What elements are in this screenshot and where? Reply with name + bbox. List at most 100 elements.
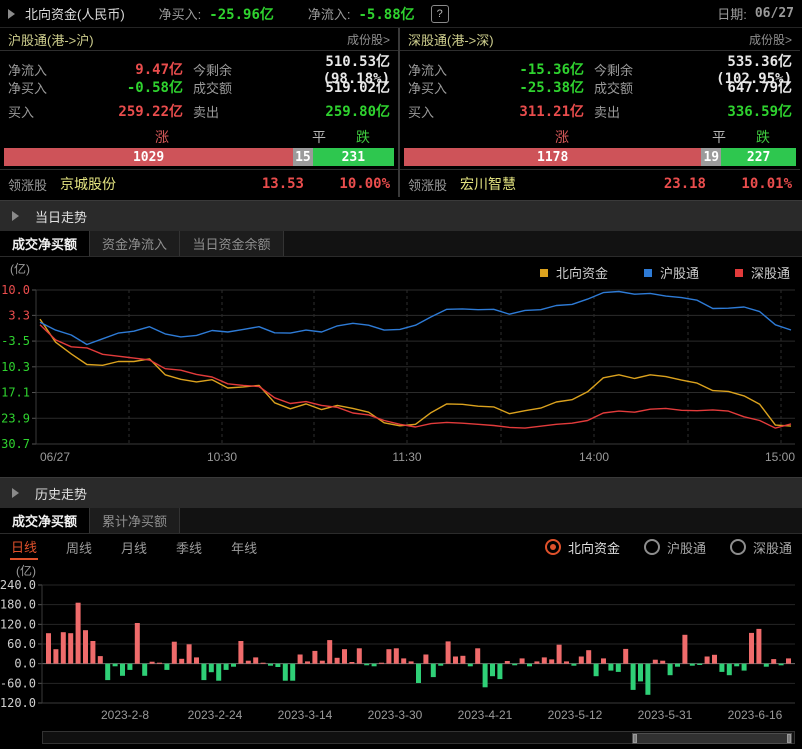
row-label: 卖出 [594,102,670,121]
svg-text:-10.3: -10.3 [0,360,30,374]
tab-fund-net-inflow[interactable]: 资金净流入 [90,231,180,256]
date-value: 06/27 [755,6,794,21]
leading-stock-label: 领涨股 [408,175,460,194]
row-value: 336.59亿 [670,101,792,121]
period-tab-yearly[interactable]: 年线 [230,536,258,559]
period-tab-daily[interactable]: 日线 [10,535,38,560]
tab-deal-net-buy[interactable]: 成交净买额 [0,231,90,256]
leading-stock-name[interactable]: 京城股份 [60,174,214,194]
history-bar [608,664,613,671]
data-row: 净买入 -25.38亿 成交额 647.79亿 [400,75,800,99]
flat-label: 平 [712,127,726,147]
radio-northbound[interactable]: 北向资金 [545,538,620,557]
horizontal-scrollbar[interactable] [42,731,795,744]
history-bar [401,658,406,663]
legend-swatch-blue [644,269,652,277]
panel-shengutong: 深股通(港->深) 成份股> 净流入 -15.36亿 今剩余 535.36亿(1… [400,28,800,197]
history-bar [150,662,155,664]
radio-shengutong[interactable]: 深股通 [730,538,792,557]
market-panels: 沪股通(港->沪) 成份股> 净流入 9.47亿 今剩余 510.53亿(98.… [0,28,802,197]
history-bar [290,664,295,681]
scrollbar-left-handle[interactable] [633,734,637,743]
history-bar [771,659,776,664]
history-bar [705,657,710,664]
svg-text:2023-5-31: 2023-5-31 [638,708,693,722]
row-value: 259.80亿 [269,101,390,121]
history-bar [120,664,125,676]
svg-text:-60.0: -60.0 [0,676,36,690]
history-bar [749,633,754,664]
radio-hugutong[interactable]: 沪股通 [644,538,706,557]
constituents-link[interactable]: 成份股> [347,31,390,48]
net-buy-value: -25.96亿 [209,4,274,24]
history-section-header[interactable]: 历史走势 [0,477,802,508]
scrollbar-thumb[interactable] [632,733,792,744]
svg-text:2023-2-8: 2023-2-8 [101,708,149,722]
history-bar [475,648,480,663]
row-value: 519.02亿 [269,77,390,97]
history-bar [697,664,702,665]
flat-label: 平 [312,127,326,147]
row-label: 净流入 [8,60,72,79]
history-bar [98,656,103,664]
row-value: 259.22亿 [72,101,193,121]
history-bar [312,651,317,664]
row-label: 净买入 [8,78,72,97]
history-bar [372,664,377,667]
net-buy-label: 净买入: [159,4,202,23]
period-tab-quarterly[interactable]: 季线 [175,536,203,559]
svg-text:2023-3-14: 2023-3-14 [278,708,333,722]
svg-text:10.0: 10.0 [1,283,30,297]
data-row: 买入 259.22亿 卖出 259.80亿 [0,99,398,123]
history-bar [734,664,739,667]
history-chart-canvas: (亿)240.0180.0120.060.00.0-60.0-120.02023… [0,560,802,728]
period-tab-monthly[interactable]: 月线 [120,536,148,559]
collapse-arrow-icon [8,9,15,19]
history-tab-bar: 成交净买额 累计净买额 [0,508,802,534]
leading-stock-row: 领涨股 宏川智慧 23.18 10.01% [400,169,800,198]
row-value: -15.36亿 [472,59,594,79]
intraday-chart-canvas: (亿)10.03.3-3.5-10.3-17.1-23.9-30.706/271… [0,257,802,475]
history-bar [594,664,599,677]
period-tab-weekly[interactable]: 周线 [65,536,93,559]
history-bar [253,657,258,663]
history-bar [53,649,58,663]
leading-stock-name[interactable]: 宏川智慧 [460,174,616,194]
help-icon[interactable]: ? [431,5,449,23]
updown-header: 涨 平 跌 [400,123,800,148]
history-bar [601,658,606,663]
history-bar [520,658,525,663]
svg-text:15:00: 15:00 [765,450,795,464]
history-bar [416,664,421,683]
app-title: 北向资金(人民币) [25,4,125,23]
intraday-section-header[interactable]: 当日走势 [0,200,802,231]
history-bar [631,664,636,690]
flat-count-bar: 15 [293,148,312,166]
history-bar [364,664,369,666]
history-bar [512,664,517,666]
data-row: 净买入 -0.58亿 成交额 519.02亿 [0,75,398,99]
row-label: 卖出 [193,102,269,121]
section-title: 历史走势 [35,484,87,503]
scrollbar-right-handle[interactable] [787,734,791,743]
history-bar [579,657,584,664]
line-深股通 [40,325,791,428]
history-bar [394,648,399,663]
tab-fund-balance[interactable]: 当日资金余额 [180,231,284,256]
tab-deal-net-buy[interactable]: 成交净买额 [0,508,90,533]
row-label: 成交额 [594,78,670,97]
tab-cumulative-net-buy[interactable]: 累计净买额 [90,508,180,533]
constituents-link[interactable]: 成份股> [749,31,792,48]
down-count-bar: 227 [721,148,796,166]
history-bar [571,664,576,666]
series-radio-group: 北向资金 沪股通 深股通 [545,538,792,557]
history-bar [446,641,451,663]
svg-text:120.0: 120.0 [0,617,36,631]
history-bar [660,661,665,664]
updown-header: 涨 平 跌 [0,123,398,148]
svg-text:06/27: 06/27 [40,450,70,464]
history-bar [586,650,591,663]
intraday-line-chart: 北向资金 沪股通 深股通 (亿)10.03.3-3.5-10.3-17.1-23… [0,257,802,475]
history-bar [83,630,88,663]
radio-dot-icon [730,539,746,555]
